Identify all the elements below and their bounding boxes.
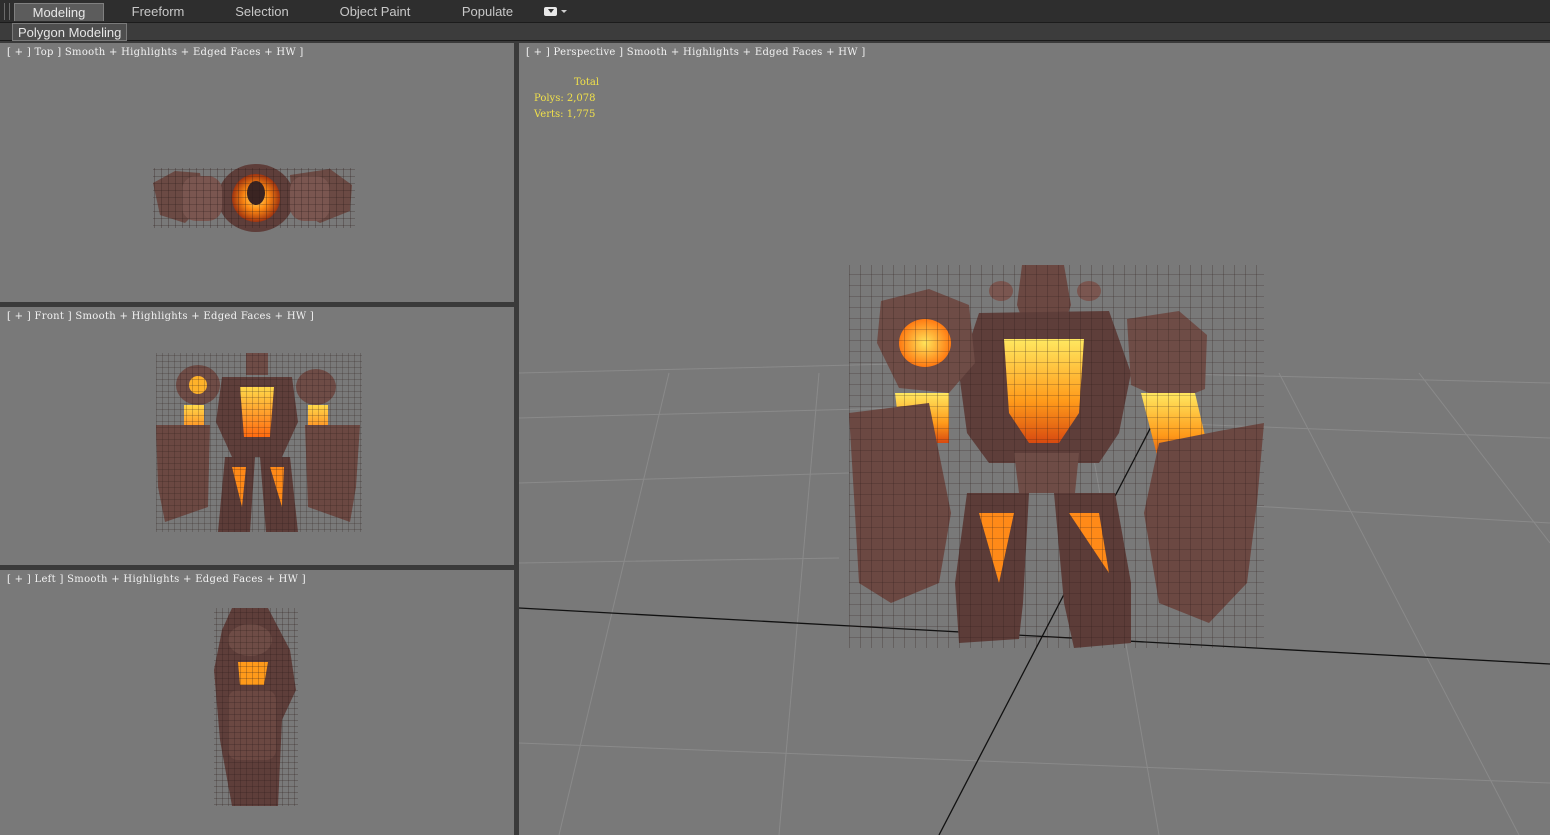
viewport-perspective[interactable]: [ + ] Perspective ] Smooth + Highlights … <box>519 43 1550 835</box>
tab-populate[interactable]: Populate <box>450 3 525 21</box>
chevron-down-icon <box>561 10 567 13</box>
dropdown-arrow-inner-icon <box>548 9 554 13</box>
viewport-left[interactable]: [ + ] Left ] Smooth + Highlights + Edged… <box>0 570 514 835</box>
tab-freeform[interactable]: Freeform <box>118 3 198 21</box>
golem-top-view <box>153 164 355 232</box>
ribbon-panel-bar: Polygon Modeling <box>0 23 1550 41</box>
ribbon-options-button[interactable] <box>544 6 568 18</box>
golem-left-view <box>214 608 298 806</box>
viewport-top[interactable]: [ + ] Top ] Smooth + Highlights + Edged … <box>0 43 514 302</box>
tab-object-paint[interactable]: Object Paint <box>330 3 420 21</box>
ribbon-bar: Modeling Freeform Selection Object Paint… <box>0 0 1550 23</box>
golem-front-view <box>156 353 362 532</box>
tab-selection[interactable]: Selection <box>222 3 302 21</box>
polygon-modeling-panel[interactable]: Polygon Modeling <box>12 23 128 41</box>
ribbon-grip[interactable] <box>4 3 10 20</box>
viewport-front[interactable]: [ + ] Front ] Smooth + Highlights + Edge… <box>0 307 514 565</box>
tab-modeling[interactable]: Modeling <box>14 3 104 21</box>
perspective-scene <box>519 265 1550 835</box>
golem-model <box>849 265 1264 648</box>
